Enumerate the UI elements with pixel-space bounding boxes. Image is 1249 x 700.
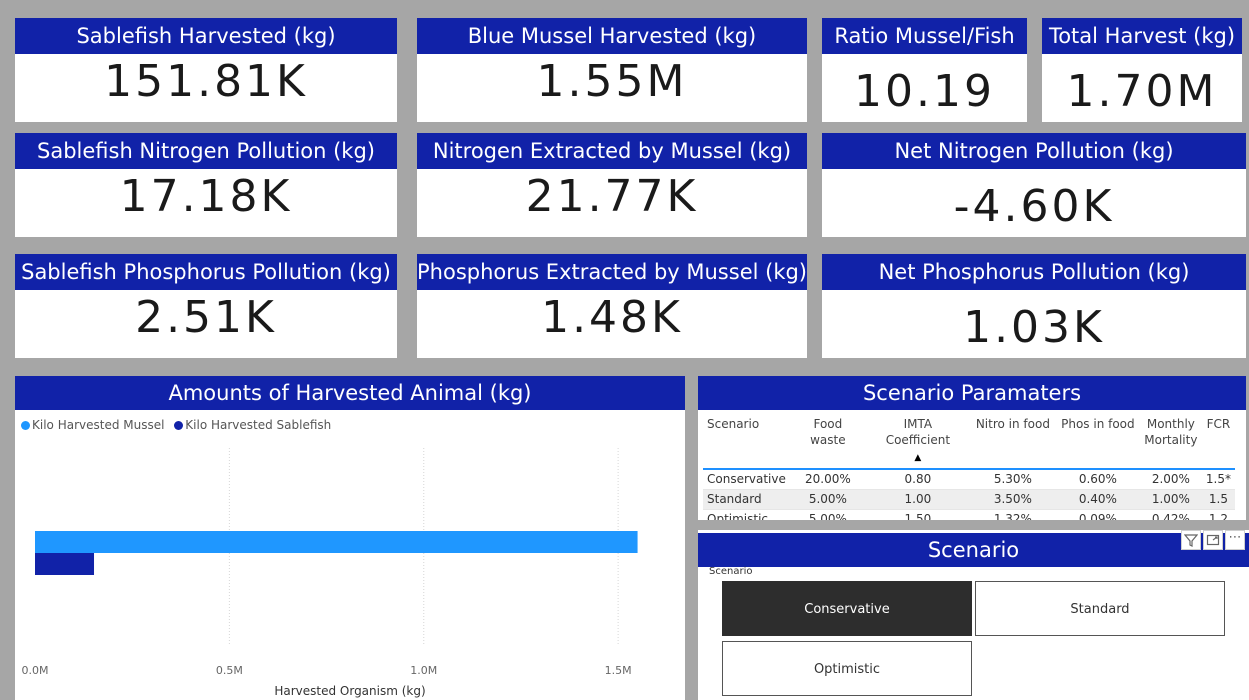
table-cell: 5.30%	[993, 472, 1032, 486]
scenario-slicer[interactable]: Scenario ⋯ Scenario Conservative Standar…	[698, 530, 1249, 700]
table-row[interactable]: Conservative 20.00% 0.80 5.30% 0.60% 2.0…	[703, 469, 1235, 490]
x-axis-label: Harvested Organism (kg)	[274, 684, 425, 698]
table-cell: 1.00	[904, 492, 932, 506]
kpi-label: Sablefish Nitrogen Pollution (kg)	[15, 133, 397, 169]
table-cell: 1.5	[1208, 492, 1228, 506]
table-cell: Conservative	[707, 472, 786, 486]
table-cell: 5.00%	[808, 492, 847, 506]
kpi-value: 2.51K	[135, 292, 277, 343]
harvest-chart-panel[interactable]: Amounts of Harvested Animal (kg) Kilo Ha…	[15, 376, 685, 700]
col-header-imta[interactable]: IMTA Coefficient ▲	[866, 414, 970, 469]
kpi-value: 1.48K	[541, 292, 683, 343]
table-cell: 3.50%	[993, 492, 1032, 506]
bar-sablefish[interactable]	[35, 553, 95, 575]
kpi-label: Ratio Mussel/Fish	[822, 18, 1027, 54]
more-options-icon[interactable]: ⋯	[1225, 530, 1245, 550]
kpi-label: Total Harvest (kg)	[1042, 18, 1242, 54]
table-cell: 20.00%	[804, 472, 851, 486]
params-header-row: Scenario Food waste IMTA Coefficient ▲ Ni…	[703, 414, 1235, 469]
kpi-value: 151.81K	[104, 56, 308, 107]
col-header-scenario[interactable]: Scenario	[703, 414, 790, 469]
kpi-label: Net Phosphorus Pollution (kg)	[822, 254, 1246, 290]
table-cell: Standard	[707, 492, 762, 506]
kpi-value: 21.77K	[525, 171, 699, 222]
x-tick-label: 1.0M	[410, 664, 437, 677]
table-cell: 1.50	[904, 512, 932, 520]
x-tick-label: 0.0M	[22, 664, 49, 677]
x-tick-label: 1.5M	[605, 664, 632, 677]
table-cell: 1.5*	[1205, 472, 1231, 486]
kpi-sablefish-harvested[interactable]: Sablefish Harvested (kg) 151.81K	[15, 18, 397, 122]
kpi-sablefish-phosphorus[interactable]: Sablefish Phosphorus Pollution (kg) 2.51…	[15, 254, 397, 358]
harvest-bar-chart[interactable]: 0.0M 0.5M 1.0M 1.5M Harvested Organism (kg)	[15, 376, 685, 700]
table-cell: 1.00%	[1151, 492, 1190, 506]
table-cell: 5.00%	[808, 512, 847, 520]
kpi-value: 1.03K	[963, 302, 1105, 353]
table-cell: 0.80	[904, 472, 932, 486]
slicer-field-label: Scenario	[709, 566, 753, 577]
kpi-label: Nitrogen Extracted by Mussel (kg)	[417, 133, 807, 169]
table-row[interactable]: Optimistic 5.00% 1.50 1.32% 0.09% 0.42% …	[703, 509, 1235, 520]
slicer-option-conservative[interactable]: Conservative	[722, 581, 972, 636]
slicer-option-standard[interactable]: Standard	[975, 581, 1225, 636]
kpi-value: 1.70M	[1066, 66, 1218, 117]
sort-ascending-icon: ▲	[914, 453, 922, 463]
scenario-params-panel[interactable]: Scenario Paramaters Scenario Food waste …	[698, 376, 1246, 520]
slicer-title: Scenario	[698, 533, 1249, 567]
focus-mode-icon[interactable]	[1203, 530, 1223, 550]
filter-icon[interactable]	[1181, 530, 1201, 550]
params-title: Scenario Paramaters	[698, 376, 1246, 410]
col-header-food-waste[interactable]: Food waste	[790, 414, 866, 469]
kpi-net-nitrogen[interactable]: Net Nitrogen Pollution (kg) -4.60K	[822, 133, 1246, 237]
kpi-value: 17.18K	[119, 171, 293, 222]
kpi-total-harvest[interactable]: Total Harvest (kg) 1.70M	[1042, 18, 1242, 122]
table-row[interactable]: Standard 5.00% 1.00 3.50% 0.40% 1.00% 1.…	[703, 489, 1235, 510]
col-header-mortality[interactable]: Monthly Mortality	[1140, 414, 1202, 469]
table-cell: Optimistic	[707, 512, 769, 520]
kpi-value: -4.60K	[953, 181, 1115, 232]
kpi-value: 1.55M	[536, 56, 688, 107]
kpi-ratio[interactable]: Ratio Mussel/Fish 10.19	[822, 18, 1027, 122]
kpi-mussel-harvested[interactable]: Blue Mussel Harvested (kg) 1.55M	[417, 18, 807, 122]
table-cell: 0.42%	[1151, 512, 1190, 520]
kpi-label: Sablefish Phosphorus Pollution (kg)	[15, 254, 397, 290]
col-header-phos[interactable]: Phos in food	[1056, 414, 1140, 469]
kpi-value: 10.19	[854, 66, 995, 117]
kpi-label: Net Nitrogen Pollution (kg)	[822, 133, 1246, 169]
table-cell: 1.2	[1208, 512, 1228, 520]
slicer-option-optimistic[interactable]: Optimistic	[722, 641, 972, 696]
table-cell: 0.60%	[1078, 472, 1117, 486]
x-tick-label: 0.5M	[216, 664, 243, 677]
table-cell: 0.40%	[1078, 492, 1117, 506]
col-header-nitro[interactable]: Nitro in food	[970, 414, 1056, 469]
kpi-nitrogen-extracted[interactable]: Nitrogen Extracted by Mussel (kg) 21.77K	[417, 133, 807, 237]
bar-mussel[interactable]	[35, 531, 638, 553]
table-cell: 2.00%	[1151, 472, 1190, 486]
kpi-label: Phosphorus Extracted by Mussel (kg)	[417, 254, 807, 290]
kpi-net-phosphorus[interactable]: Net Phosphorus Pollution (kg) 1.03K	[822, 254, 1246, 358]
kpi-label: Sablefish Harvested (kg)	[15, 18, 397, 54]
kpi-phosphorus-extracted[interactable]: Phosphorus Extracted by Mussel (kg) 1.48…	[417, 254, 807, 358]
params-table: Scenario Food waste IMTA Coefficient ▲ Ni…	[703, 414, 1235, 520]
table-cell: 0.09%	[1078, 512, 1117, 520]
kpi-sablefish-nitrogen[interactable]: Sablefish Nitrogen Pollution (kg) 17.18K	[15, 133, 397, 237]
col-header-fcr[interactable]: FCR	[1202, 414, 1235, 469]
table-cell: 1.32%	[993, 512, 1032, 520]
kpi-label: Blue Mussel Harvested (kg)	[417, 18, 807, 54]
